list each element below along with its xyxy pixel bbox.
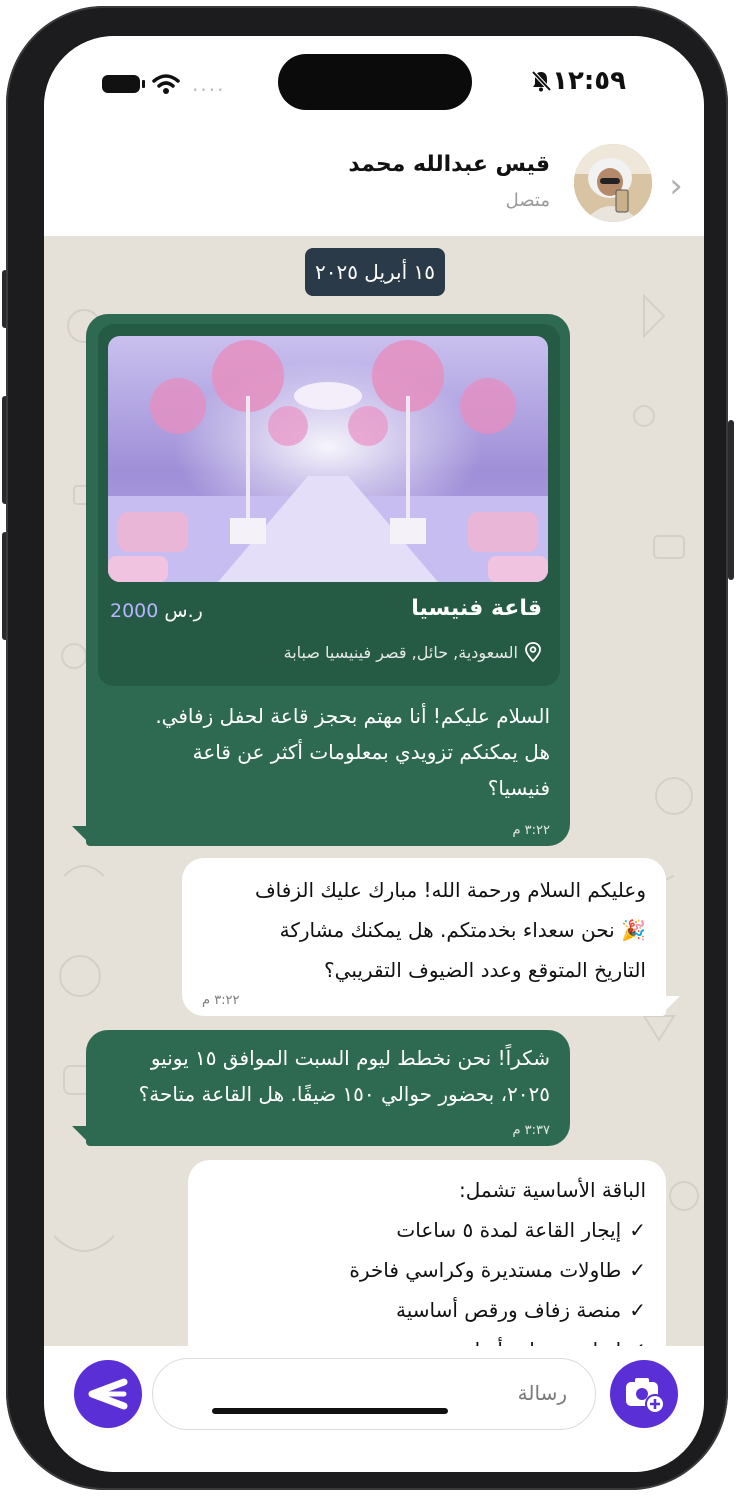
bell-slash-icon — [531, 70, 552, 92]
venue-location: السعودية, حائل, قصر فينيسيا صبابة — [284, 642, 542, 662]
check-icon: ✓ — [629, 1298, 646, 1322]
message-bubble-incoming[interactable]: وعليكم السلام ورحمة الله! مبارك عليك الز… — [182, 858, 680, 1016]
list-item-text: طاولات مستديرة وكراسي فاخرة — [349, 1258, 622, 1282]
message-line: وعليكم السلام ورحمة الله! مبارك عليك الز… — [254, 878, 646, 902]
venue-name: قاعة فنيسيا — [411, 596, 542, 621]
check-icon: ✓ — [629, 1258, 646, 1282]
screen: .... ١٢:٥٩ › قيس عبدالله محمد متصل ١٥ أب… — [44, 36, 704, 1472]
message-line: هل يمكنكم تزويدي بمعلومات أكثر عن قاعة — [192, 740, 550, 764]
message-text: الباقة الأساسية تشمل: ✓ إيجار القاعة لمدة… — [188, 1170, 666, 1346]
price-value: 2000 — [110, 600, 159, 622]
message-text: شكراً! نحن نخطط ليوم السبت الموافق ١٥ يو… — [86, 1040, 570, 1112]
check-icon: ✓ — [629, 1330, 646, 1346]
price-unit: ر.س — [164, 600, 203, 622]
wifi-icon — [152, 74, 180, 94]
venue-image[interactable] — [108, 336, 548, 582]
chat-header: › قيس عبدالله محمد متصل — [44, 136, 704, 237]
send-icon — [88, 1378, 128, 1410]
phone-frame: .... ١٢:٥٩ › قيس عبدالله محمد متصل ١٥ أب… — [6, 6, 728, 1490]
status-time: ١٢:٥٩ — [552, 66, 626, 96]
message-line: التاريخ المتوقع وعدد الضيوف التقريبي؟ — [324, 958, 646, 982]
send-button[interactable] — [74, 1360, 142, 1428]
message-text: السلام عليكم! أنا مهتم بحجز قاعة لحفل زف… — [86, 698, 570, 806]
power-button — [728, 420, 734, 580]
message-line: السلام عليكم! أنا مهتم بحجز قاعة لحفل زف… — [155, 704, 550, 728]
message-time: ٣:٢٢ م — [512, 823, 550, 838]
list-item: ✓ منصة زفاف ورقص أساسية — [208, 1290, 646, 1330]
message-input[interactable]: رسالة — [152, 1358, 596, 1430]
message-line: 🎉 نحن سعداء بخدمتكم. هل يمكنك مشاركة — [279, 918, 646, 942]
camera-button[interactable] — [610, 1360, 678, 1428]
contact-name: قيس عبدالله محمد — [348, 152, 550, 177]
signal-dots: .... — [192, 72, 226, 96]
chevron-right-icon[interactable]: › — [662, 169, 690, 203]
message-text: وعليكم السلام ورحمة الله! مبارك عليك الز… — [182, 870, 666, 990]
contact-status: متصل — [505, 190, 550, 211]
camera-add-icon — [626, 1378, 665, 1414]
bubble-tail — [72, 826, 92, 846]
check-icon: ✓ — [629, 1218, 646, 1242]
venue-price: 2000 ر.س — [110, 600, 203, 622]
avatar[interactable] — [574, 144, 652, 222]
dynamic-island — [278, 54, 472, 110]
message-time: ٣:٣٧ م — [512, 1123, 550, 1138]
venue-location-text: السعودية, حائل, قصر فينيسيا صبابة — [283, 642, 518, 662]
location-pin-icon — [525, 642, 541, 662]
venue-card[interactable]: قاعة فنيسيا 2000 ر.س السعودية, حائل, قصر… — [98, 324, 560, 686]
list-item-text: إيجار القاعة لمدة ٥ ساعات — [396, 1218, 622, 1242]
chat-area[interactable]: ١٥ أبريل ٢٠٢٥ قاعة فنيسيا 2000 ر.س السعو… — [44, 236, 704, 1346]
package-title: الباقة الأساسية تشمل: — [459, 1178, 646, 1202]
message-line: ٢٠٢٥، بحضور حوالي ١٥٠ ضيفًا. هل القاعة م… — [138, 1082, 550, 1106]
list-item: ✓ طاولات مستديرة وكراسي فاخرة — [208, 1250, 646, 1290]
message-input-placeholder: رسالة — [517, 1381, 567, 1405]
message-bubble-outgoing[interactable]: شكراً! نحن نخطط ليوم السبت الموافق ١٥ يو… — [72, 1030, 570, 1146]
date-chip: ١٥ أبريل ٢٠٢٥ — [305, 248, 445, 296]
list-item-text: منصة زفاف ورقص أساسية — [396, 1298, 622, 1322]
list-item: ✓ إضاءة وتنظيم أساسي — [208, 1330, 646, 1346]
bubble-tail — [72, 1126, 92, 1146]
status-icons-left: .... — [102, 72, 225, 96]
message-line: شكراً! نحن نخطط ليوم السبت الموافق ١٥ يو… — [150, 1046, 550, 1070]
message-line: فنيسيا؟ — [487, 776, 550, 800]
list-item-text: إضاءة وتنظيم أساسي — [441, 1330, 621, 1346]
bubble-tail — [660, 996, 680, 1016]
message-bubble-outgoing[interactable]: قاعة فنيسيا 2000 ر.س السعودية, حائل, قصر… — [72, 314, 570, 846]
battery-icon — [102, 75, 145, 93]
status-bar: .... ١٢:٥٩ — [44, 36, 704, 136]
message-bubble-incoming[interactable]: الباقة الأساسية تشمل: ✓ إيجار القاعة لمدة… — [188, 1160, 666, 1346]
message-time: ٣:٢٢ م — [202, 993, 240, 1008]
list-item: ✓ إيجار القاعة لمدة ٥ ساعات — [208, 1210, 646, 1250]
home-indicator[interactable] — [212, 1408, 448, 1414]
